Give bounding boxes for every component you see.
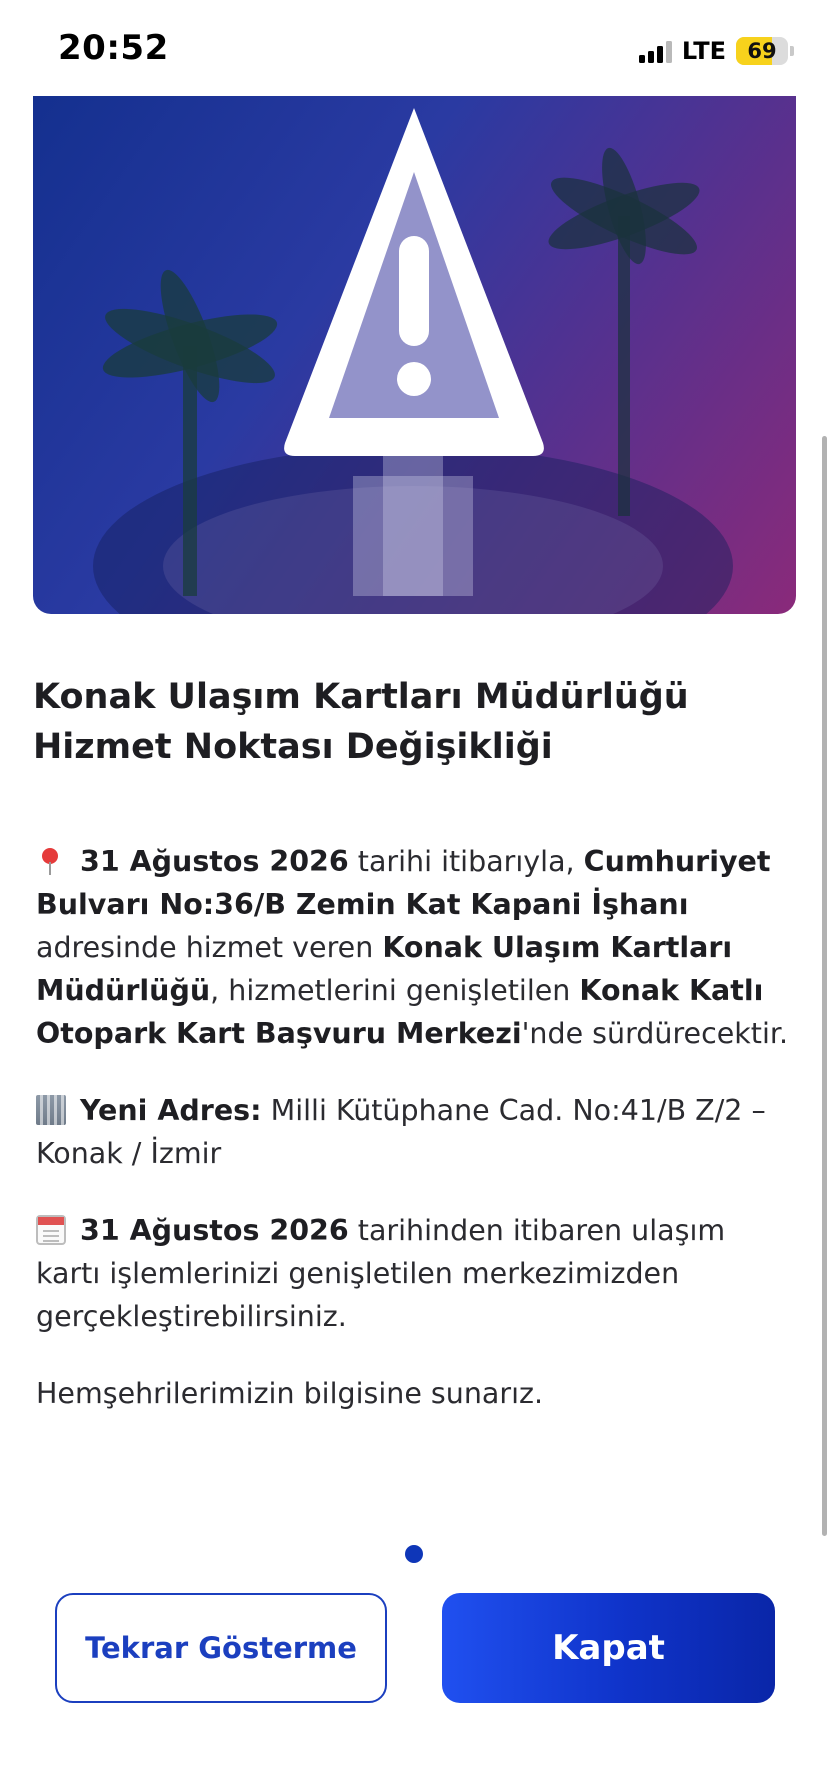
exclamation-dot: [397, 362, 431, 396]
battery-cap: [790, 46, 794, 56]
announcement-image: [33, 96, 796, 614]
notice-paragraph-date: 31 Ağustos 2026 tarihi itibarıyla, Cumhu…: [36, 840, 796, 1055]
text-segment: tarihi itibarıyla,: [348, 845, 584, 878]
status-time: 20:52: [58, 28, 169, 68]
palm-tree-right: [548, 147, 700, 516]
notice-body: 31 Ağustos 2026 tarihi itibarıyla, Cumhu…: [36, 840, 796, 1449]
text-segment: 'nde sürdürecektir.: [521, 1017, 789, 1050]
cellular-signal-icon: [638, 39, 672, 63]
network-type: LTE: [681, 37, 726, 65]
status-indicators: LTE 69: [638, 34, 794, 68]
start-date: 31 Ağustos 2026: [80, 1214, 349, 1247]
exclamation-bar: [399, 236, 429, 346]
text-segment: , hizmetlerini genişletilen: [210, 974, 580, 1007]
calendar-icon: [36, 1215, 66, 1245]
battery-percentage: 69: [747, 39, 777, 63]
status-bar: 20:52 LTE 69: [0, 0, 828, 96]
hero-illustration: [93, 108, 733, 614]
announcement-screen: 20:52 LTE 69 Konak Ulaşım Kartları Müdür…: [0, 0, 828, 1792]
notice-paragraph-calendar: 31 Ağustos 2026 tarihinden itibaren ulaş…: [36, 1209, 796, 1338]
notice-paragraph-address: Yeni Adres: Milli Kütüphane Cad. No:41/B…: [36, 1089, 796, 1175]
close-button[interactable]: Kapat: [442, 1593, 775, 1703]
pin-icon: [36, 846, 66, 876]
effective-date: 31 Ağustos 2026: [80, 845, 349, 878]
dont-show-again-button[interactable]: Tekrar Gösterme: [55, 1593, 387, 1703]
new-address-label: Yeni Adres:: [80, 1094, 262, 1127]
page-indicator-dot: [405, 1545, 423, 1563]
text-segment: adresinde hizmet veren: [36, 931, 383, 964]
scrollbar[interactable]: [822, 436, 827, 1536]
building-icon: [36, 1095, 66, 1125]
battery-icon: 69: [736, 37, 788, 65]
notice-closing: Hemşehrilerimizin bilgisine sunarız.: [36, 1377, 544, 1410]
notice-title: Konak Ulaşım Kartları Müdürlüğü Hizmet N…: [33, 677, 689, 767]
